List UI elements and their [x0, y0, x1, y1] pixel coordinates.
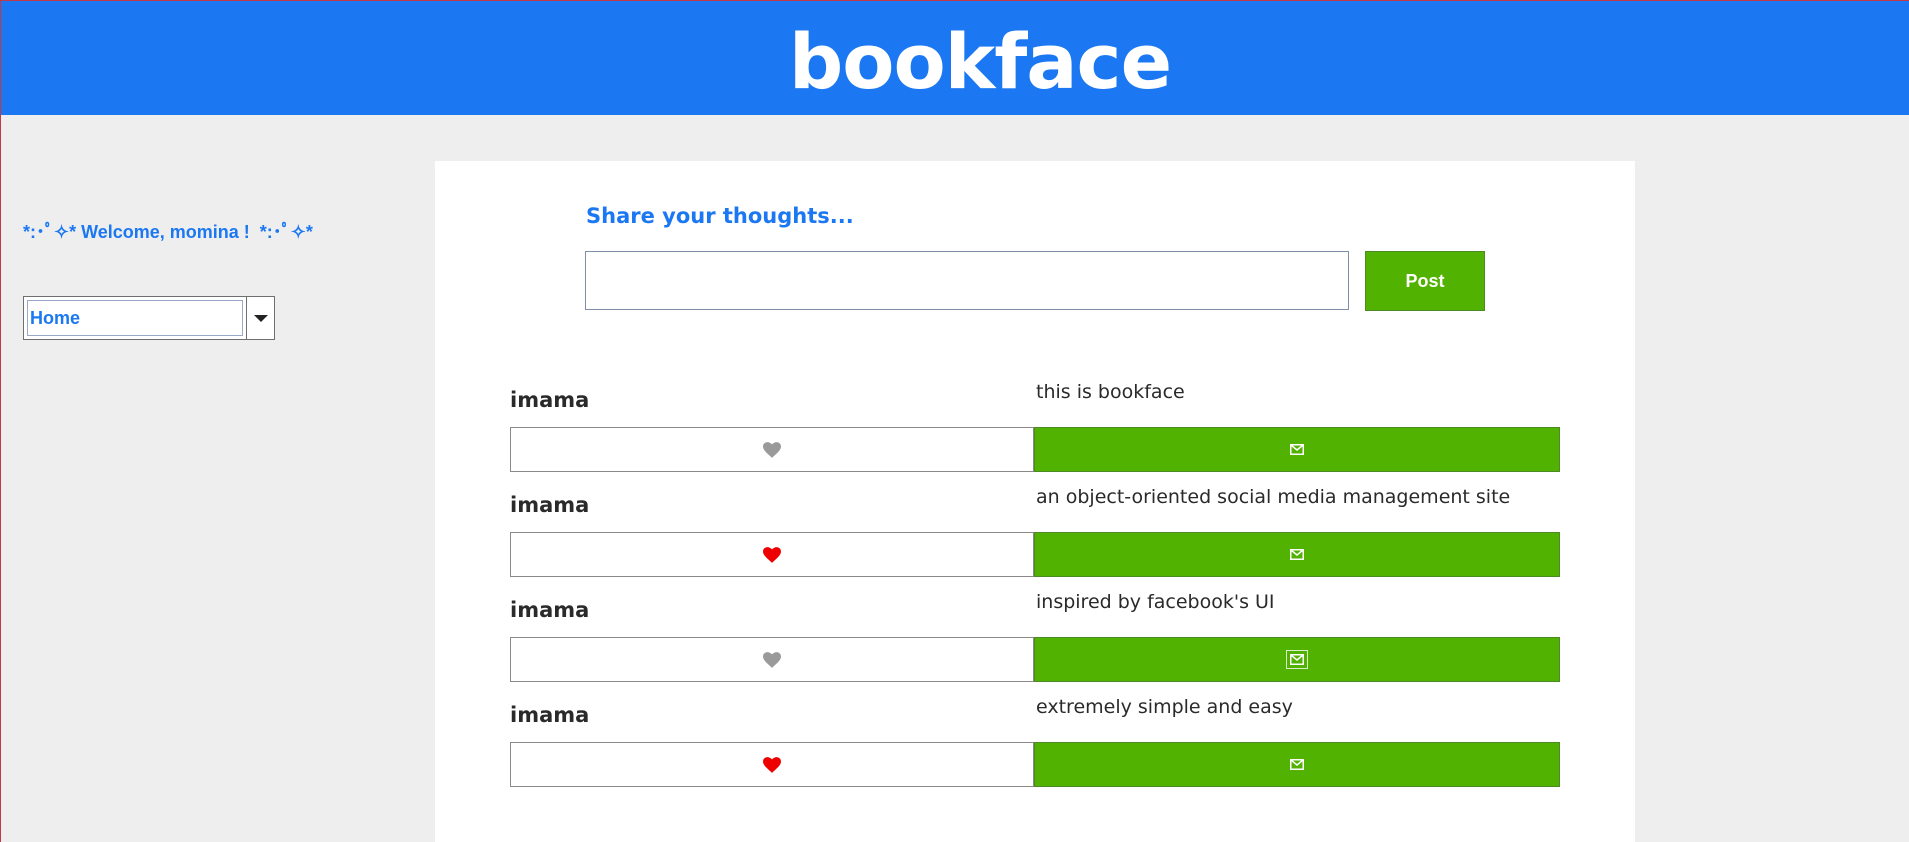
welcome-message: *:･ﾟ✧* Welcome, momina ! *:･ﾟ✧* [23, 222, 313, 242]
like-button[interactable] [510, 532, 1034, 577]
like-button[interactable] [510, 637, 1034, 682]
post-button[interactable]: Post [1365, 251, 1485, 311]
nav-dropdown-value[interactable]: Home [23, 296, 248, 340]
like-button[interactable] [510, 742, 1034, 787]
feed-item: imama this is bookface [510, 381, 1560, 493]
message-button[interactable] [1034, 427, 1560, 472]
heart-icon [763, 441, 781, 458]
mail-icon [1290, 549, 1304, 560]
post-input[interactable] [585, 251, 1349, 310]
heart-icon [763, 546, 781, 563]
post-text: this is bookface [1036, 381, 1185, 403]
chevron-down-icon [253, 314, 268, 322]
mail-icon [1290, 759, 1304, 770]
message-button[interactable] [1034, 532, 1560, 577]
heart-icon [763, 756, 781, 773]
message-button[interactable] [1034, 637, 1560, 682]
post-author: imama [510, 598, 590, 622]
post-author: imama [510, 388, 590, 412]
mail-icon [1290, 444, 1304, 455]
feed-item: imama inspired by facebook's UI [510, 591, 1560, 703]
nav-dropdown-toggle[interactable] [247, 296, 275, 340]
nav-dropdown[interactable]: Home [23, 296, 275, 340]
message-button[interactable] [1034, 742, 1560, 787]
like-button[interactable] [510, 427, 1034, 472]
post-text: extremely simple and easy [1036, 696, 1293, 718]
post-text: an object-oriented social media manageme… [1036, 486, 1511, 508]
feed-item: imama an object-oriented social media ma… [510, 486, 1560, 598]
post-text: inspired by facebook's UI [1036, 591, 1275, 613]
heart-icon [763, 651, 781, 668]
feed-item: imama extremely simple and easy [510, 696, 1560, 808]
mail-icon [1286, 650, 1308, 669]
post-author: imama [510, 493, 590, 517]
post-author: imama [510, 703, 590, 727]
composer-label: Share your thoughts... [586, 204, 854, 228]
brand-logo: bookface [788, 16, 1172, 106]
app-header: bookface [1, 1, 1909, 115]
window-border-left [0, 0, 1, 842]
